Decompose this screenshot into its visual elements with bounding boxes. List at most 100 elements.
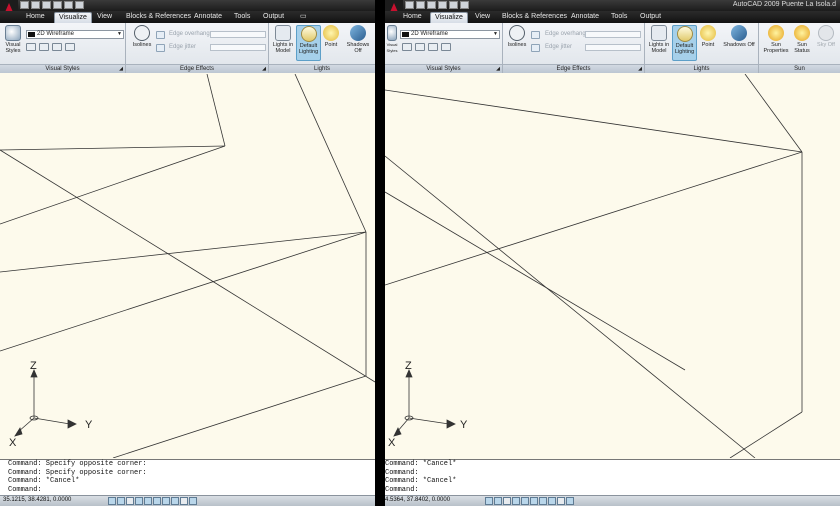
edge-jitter-label: Edge jitter: [169, 44, 197, 50]
drawing-viewport[interactable]: Z Y X: [0, 74, 375, 458]
ribbon-minimize-icon[interactable]: ▭: [296, 12, 311, 23]
tab-home[interactable]: Home: [22, 12, 49, 23]
undo-icon[interactable]: [64, 1, 73, 9]
face-style-icon[interactable]: [26, 43, 36, 51]
point-light-button[interactable]: Point: [322, 25, 340, 48]
obscured-edges-icon[interactable]: [428, 43, 438, 51]
title-bar: [0, 0, 375, 11]
visual-style-combo[interactable]: 2D Wireframe ▼: [26, 30, 124, 39]
face-style-icon[interactable]: [402, 43, 412, 51]
model-toggle-icon[interactable]: [189, 497, 197, 505]
osnap-toggle-icon[interactable]: [521, 497, 529, 505]
redo-icon[interactable]: [75, 1, 84, 9]
lights-in-model-button[interactable]: Lights in Model: [647, 25, 671, 54]
visual-styles-panel-title[interactable]: Visual Styles ◢: [0, 64, 125, 73]
plot-icon[interactable]: [438, 1, 447, 9]
visual-styles-button[interactable]: Visual Styles: [2, 25, 24, 54]
shadows-button[interactable]: Shadows Off: [721, 25, 757, 48]
tab-visualize[interactable]: Visualize: [54, 12, 92, 23]
tab-view[interactable]: View: [471, 12, 494, 23]
shadows-button[interactable]: Shadows Off: [343, 25, 373, 54]
sun-status-button[interactable]: Sun Status: [792, 25, 812, 54]
grid-toggle-icon[interactable]: [494, 497, 502, 505]
tab-tools[interactable]: Tools: [607, 12, 631, 23]
tab-tools[interactable]: Tools: [230, 12, 254, 23]
dialog-launcher-icon: ◢: [119, 66, 123, 72]
dyn-toggle-icon[interactable]: [548, 497, 556, 505]
visual-style-combo[interactable]: 2D Wireframe ▼: [400, 30, 500, 39]
edge-style-icon[interactable]: [415, 43, 425, 51]
edge-overhang-icon[interactable]: [156, 31, 165, 39]
edge-style-icon[interactable]: [39, 43, 49, 51]
drawing-viewport[interactable]: Z Y X: [385, 74, 840, 458]
new-file-icon[interactable]: [20, 1, 29, 9]
snap-toggle-icon[interactable]: [108, 497, 116, 505]
visual-styles-button[interactable]: Visual Styles: [385, 25, 399, 54]
edge-effects-panel-title[interactable]: Edge Effects ◢: [126, 64, 268, 73]
edge-jitter-icon[interactable]: [156, 44, 165, 52]
pane-divider: [375, 0, 385, 506]
tab-output[interactable]: Output: [259, 12, 288, 23]
tab-output[interactable]: Output: [636, 12, 665, 23]
tab-annotate[interactable]: Annotate: [190, 12, 226, 23]
command-prompt[interactable]: Command:: [385, 486, 840, 495]
isolines-button[interactable]: Isolines: [505, 25, 529, 48]
ducs-toggle-icon[interactable]: [539, 497, 547, 505]
model-toggle-icon[interactable]: [566, 497, 574, 505]
redo-icon[interactable]: [460, 1, 469, 9]
point-light-button[interactable]: Point: [699, 25, 717, 48]
wire-line: [729, 411, 803, 458]
silhouette-icon[interactable]: [65, 43, 75, 51]
edge-jitter-icon[interactable]: [531, 44, 540, 52]
ortho-toggle-icon[interactable]: [503, 497, 511, 505]
default-lighting-button[interactable]: Default Lighting: [296, 25, 321, 61]
new-file-icon[interactable]: [405, 1, 414, 9]
command-line[interactable]: Command: *Cancel* Command: Command: *Can…: [385, 459, 840, 495]
lights-panel-title[interactable]: Lights: [269, 64, 375, 73]
sun-properties-button[interactable]: Sun Properties: [762, 25, 790, 54]
tab-annotate[interactable]: Annotate: [567, 12, 603, 23]
snap-toggle-icon[interactable]: [485, 497, 493, 505]
edge-jitter-slider[interactable]: [585, 44, 641, 51]
edge-overhang-slider[interactable]: [210, 31, 266, 38]
lwt-toggle-icon[interactable]: [557, 497, 565, 505]
tab-visualize[interactable]: Visualize: [430, 12, 468, 23]
tab-view[interactable]: View: [93, 12, 116, 23]
polar-toggle-icon[interactable]: [135, 497, 143, 505]
edge-effects-panel-title[interactable]: Edge Effects ◢: [503, 64, 644, 73]
command-prompt[interactable]: Command:: [0, 486, 375, 495]
undo-icon[interactable]: [449, 1, 458, 9]
polar-toggle-icon[interactable]: [512, 497, 520, 505]
lwt-toggle-icon[interactable]: [180, 497, 188, 505]
tab-home[interactable]: Home: [399, 12, 426, 23]
save-icon[interactable]: [42, 1, 51, 9]
point-light-icon: [323, 25, 339, 41]
command-line[interactable]: Command: Specify opposite corner: Comman…: [0, 459, 375, 495]
open-file-icon[interactable]: [31, 1, 40, 9]
lights-in-model-button[interactable]: Lights in Model: [272, 25, 294, 54]
tab-blocks-references[interactable]: Blocks & References: [122, 12, 195, 23]
otrack-toggle-icon[interactable]: [153, 497, 161, 505]
osnap-toggle-icon[interactable]: [144, 497, 152, 505]
isolines-button[interactable]: Isolines: [130, 25, 154, 48]
edge-overhang-slider[interactable]: [585, 31, 641, 38]
visual-styles-panel-title[interactable]: Visual Styles ◢: [385, 64, 502, 73]
dyn-toggle-icon[interactable]: [171, 497, 179, 505]
plot-icon[interactable]: [53, 1, 62, 9]
edge-jitter-slider[interactable]: [210, 44, 266, 51]
silhouette-icon[interactable]: [441, 43, 451, 51]
default-lighting-button[interactable]: Default Lighting: [672, 25, 697, 61]
obscured-edges-icon[interactable]: [52, 43, 62, 51]
lights-panel-title[interactable]: Lights: [645, 64, 758, 73]
edge-overhang-icon[interactable]: [531, 31, 540, 39]
sky-off-button[interactable]: Sky Off: [815, 25, 837, 48]
tab-blocks-references[interactable]: Blocks & References: [498, 12, 571, 23]
open-file-icon[interactable]: [416, 1, 425, 9]
sun-panel-title[interactable]: Sun: [759, 64, 840, 73]
grid-toggle-icon[interactable]: [117, 497, 125, 505]
ducs-toggle-icon[interactable]: [162, 497, 170, 505]
save-icon[interactable]: [427, 1, 436, 9]
otrack-toggle-icon[interactable]: [530, 497, 538, 505]
ortho-toggle-icon[interactable]: [126, 497, 134, 505]
wire-line: [0, 145, 226, 151]
